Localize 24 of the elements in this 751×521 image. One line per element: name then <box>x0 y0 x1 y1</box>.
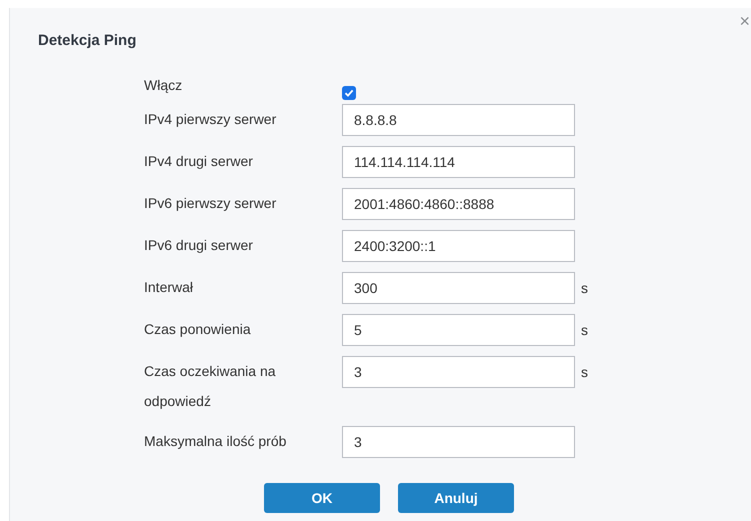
input-field[interactable]: 3 <box>342 356 575 388</box>
field-label: Maksymalna ilość prób <box>144 432 288 451</box>
unit-label: s <box>581 363 588 382</box>
dialog-title: Detekcja Ping <box>38 31 136 51</box>
input-field[interactable]: 5 <box>342 314 575 346</box>
dialog-button[interactable]: Anuluj <box>398 483 514 513</box>
field-label: IPv6 pierwszy serwer <box>144 194 278 213</box>
input-field[interactable]: 114.114.114.114 <box>342 146 575 178</box>
unit-label: s <box>581 321 588 340</box>
field-label: IPv4 drugi serwer <box>144 152 254 171</box>
input-field[interactable]: 300 <box>342 272 575 304</box>
unit-label: s <box>581 279 588 298</box>
input-field[interactable]: 3 <box>342 426 575 458</box>
field-label: Włącz <box>144 76 184 95</box>
field-label: Interwał <box>144 278 194 297</box>
input-field[interactable]: 8.8.8.8 <box>342 104 575 136</box>
dialog-button[interactable]: OK <box>264 483 380 513</box>
input-field[interactable]: 2001:4860:4860::8888 <box>342 188 575 220</box>
input-field[interactable]: 2400:3200::1 <box>342 230 575 262</box>
enable-checkbox[interactable] <box>342 86 356 100</box>
field-label: Czas ponowienia <box>144 320 252 339</box>
field-label: IPv4 pierwszy serwer <box>144 110 278 129</box>
field-label: IPv6 drugi serwer <box>144 236 254 255</box>
field-label: Czas oczekiwania na odpowiedź <box>144 362 277 411</box>
